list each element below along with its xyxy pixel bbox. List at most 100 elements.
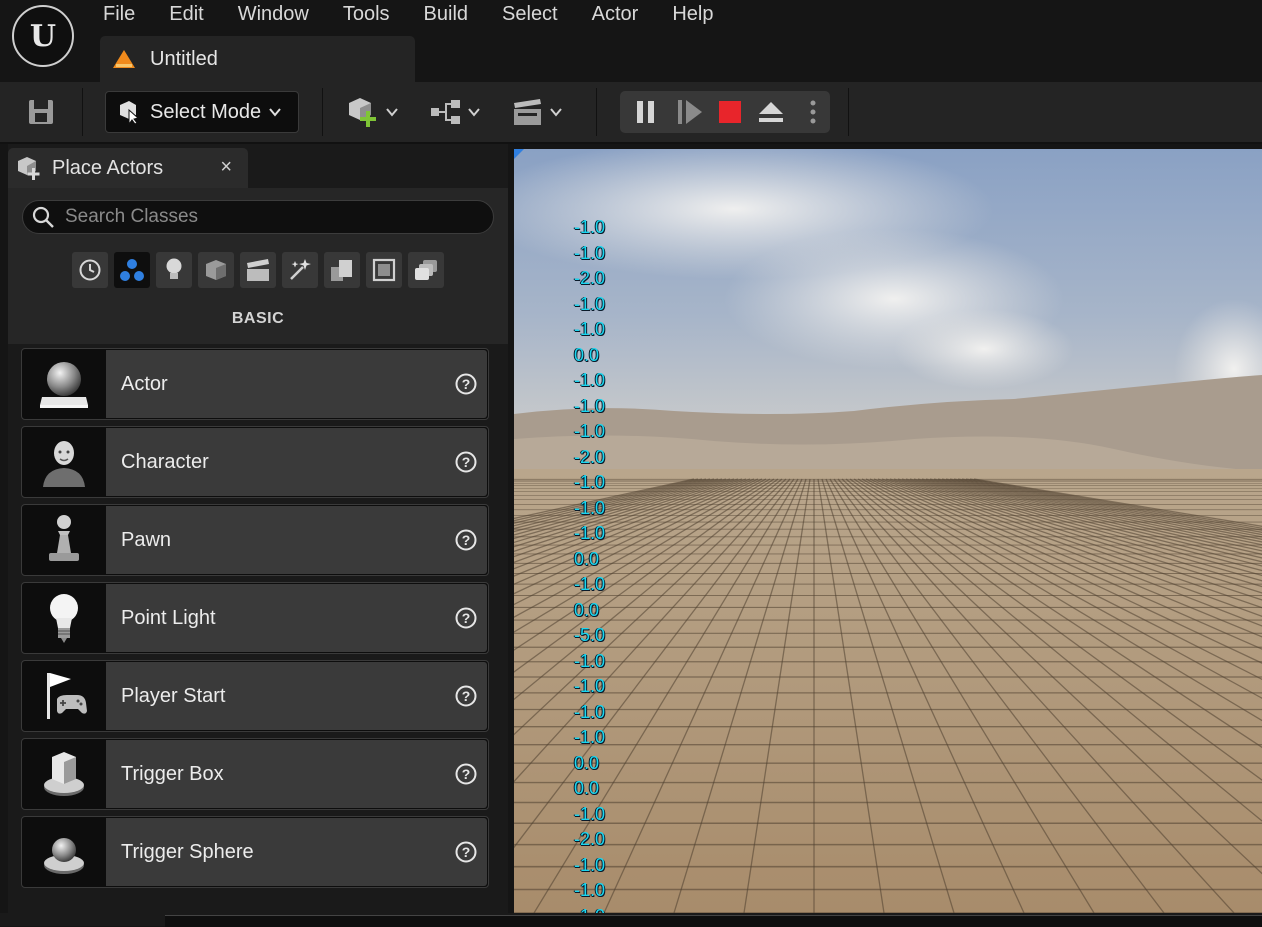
select-mode-dropdown[interactable]: Select Mode: [105, 91, 299, 133]
lights-icon: [166, 258, 182, 279]
document-tab[interactable]: Untitled: [100, 36, 415, 82]
help-icon[interactable]: ?: [455, 763, 477, 785]
character-icon: [43, 441, 85, 487]
menu-window[interactable]: Window: [221, 0, 326, 28]
point-light-icon: [50, 594, 78, 643]
stat-value: -1.0: [574, 242, 606, 263]
category-recent[interactable]: [72, 252, 108, 288]
stat-value: 0.0: [574, 344, 600, 365]
add-actor-icon: [349, 98, 376, 127]
help-icon[interactable]: ?: [455, 373, 477, 395]
actor-item-trigger-sphere[interactable]: Trigger Sphere ?: [21, 816, 489, 888]
stat-value: 0.0: [574, 599, 600, 620]
select-mode-icon: [120, 101, 140, 125]
category-tabs: [72, 252, 444, 288]
help-icon[interactable]: ?: [455, 685, 477, 707]
pause-button[interactable]: [630, 91, 662, 133]
actor-item-point-light[interactable]: Point Light ?: [21, 582, 489, 654]
actor-item-player-start[interactable]: Player Start ?: [21, 660, 489, 732]
document-title: Untitled: [150, 47, 218, 70]
actor-name: Character: [121, 451, 209, 473]
cinematics-button[interactable]: [512, 92, 562, 132]
level-viewport[interactable]: -1.0 -1.0 -2.0 -1.0 -1.0 0.0 -1.0 -1.0 -1.0 -2.0 -…: [514, 149, 1262, 913]
help-icon[interactable]: ?: [455, 607, 477, 629]
stat-value: -1.0: [574, 370, 606, 390]
unreal-logo-icon[interactable]: U: [12, 5, 74, 67]
actor-name: Trigger Sphere: [121, 841, 254, 863]
blueprints-button[interactable]: [430, 92, 480, 132]
stat-value: -1.0: [574, 497, 606, 518]
pawn-icon: [49, 515, 79, 561]
category-visual-effects[interactable]: [282, 252, 318, 288]
svg-text:?: ?: [462, 688, 471, 704]
stat-value: -1.0: [574, 421, 606, 441]
category-basic[interactable]: [114, 252, 150, 288]
eject-icon: [759, 102, 783, 122]
title-bar: U File Edit Window Tools Build Select Ac…: [0, 0, 1262, 82]
trigger-sphere-icon: [44, 838, 84, 874]
category-cinematic[interactable]: [240, 252, 276, 288]
actor-item-pawn[interactable]: Pawn ?: [21, 504, 489, 576]
svg-text:?: ?: [462, 844, 471, 860]
pause-icon: [637, 101, 654, 123]
step-frame-button[interactable]: [672, 91, 708, 133]
actor-item-trigger-box[interactable]: Trigger Box ?: [21, 738, 489, 810]
stat-value: -1.0: [574, 217, 606, 237]
menu-edit[interactable]: Edit: [152, 0, 220, 28]
help-icon[interactable]: ?: [455, 529, 477, 551]
stat-value: -1.0: [574, 803, 606, 824]
place-actors-icon: [18, 157, 40, 180]
menu-actor[interactable]: Actor: [575, 0, 656, 28]
menu-tools[interactable]: Tools: [326, 0, 407, 28]
geometry-icon: [331, 260, 352, 281]
category-volumes[interactable]: [366, 252, 402, 288]
section-label: BASIC: [231, 310, 285, 327]
menu-build[interactable]: Build: [407, 0, 485, 28]
actor-name: Player Start: [121, 685, 226, 707]
search-classes-input[interactable]: [63, 205, 487, 229]
actor-name: Trigger Box: [121, 763, 224, 785]
stat-value: -1.0: [574, 395, 606, 416]
stat-value: 0.0: [574, 548, 600, 569]
panel-title: Place Actors: [52, 156, 164, 179]
stat-value: -1.0: [574, 904, 605, 914]
cinematic-icon: [247, 259, 269, 281]
menu-help[interactable]: Help: [655, 0, 730, 28]
stop-icon: [719, 101, 741, 123]
stat-value: -5.0: [574, 625, 606, 645]
category-all-classes[interactable]: [408, 252, 444, 288]
stat-value: -1.0: [574, 293, 606, 314]
help-icon[interactable]: ?: [455, 451, 477, 473]
clapperboard-icon: [514, 99, 541, 125]
stat-value: 0.0: [574, 752, 600, 773]
toolbar-separator: [82, 88, 83, 136]
svg-text:?: ?: [462, 766, 471, 782]
stat-readout: -1.0 -1.0 -2.0 -1.0 -1.0 0.0 -1.0 -1.0 -1.0 -2.0 -…: [574, 215, 605, 913]
save-button[interactable]: [22, 96, 60, 128]
menu-select[interactable]: Select: [485, 0, 575, 28]
place-actors-panel: Place Actors × Search Classes BASIC Acto…: [8, 144, 508, 926]
add-actor-button[interactable]: [346, 92, 398, 132]
actor-item-character[interactable]: Character ?: [21, 426, 489, 498]
volumes-icon: [372, 258, 396, 282]
stop-button[interactable]: [716, 91, 744, 133]
all-classes-icon: [415, 260, 437, 280]
close-icon[interactable]: ×: [220, 156, 232, 179]
place-actors-tab[interactable]: Place Actors ×: [8, 148, 248, 188]
stat-value: -1.0: [574, 523, 606, 543]
svg-text:?: ?: [462, 454, 471, 470]
blueprint-icon: [431, 100, 460, 124]
menu-file[interactable]: File: [86, 0, 152, 28]
stat-value: -1.0: [574, 854, 606, 875]
category-shapes[interactable]: [198, 252, 234, 288]
eject-button[interactable]: [754, 91, 788, 133]
category-geometry[interactable]: [324, 252, 360, 288]
toolbar-separator: [322, 88, 323, 136]
play-options-button[interactable]: [798, 91, 828, 133]
help-icon[interactable]: ?: [455, 841, 477, 863]
category-lights[interactable]: [156, 252, 192, 288]
stat-value: -2.0: [574, 446, 606, 467]
actor-name: Pawn: [121, 529, 172, 551]
actor-item-actor[interactable]: Actor ?: [21, 348, 489, 420]
player-start-icon: [47, 673, 87, 719]
